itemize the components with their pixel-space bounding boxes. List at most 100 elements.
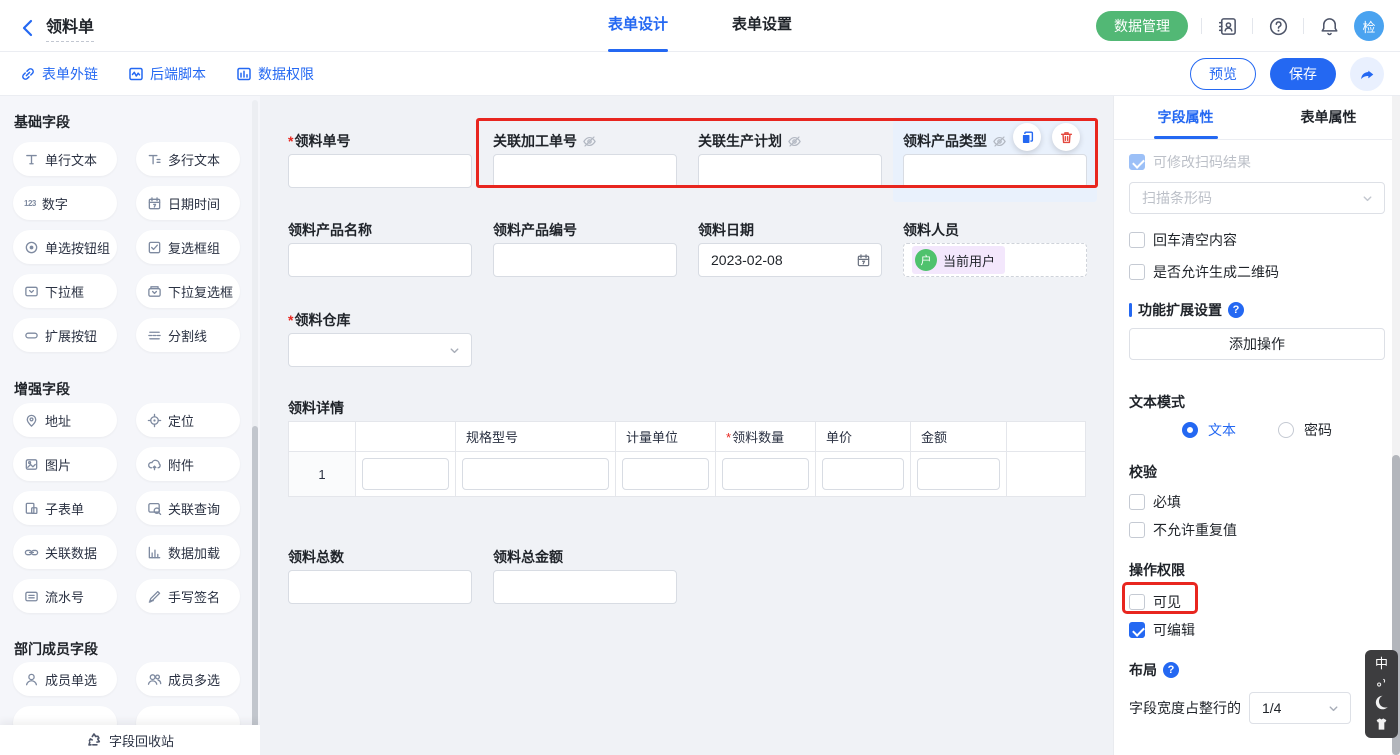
field-requisition-no-input[interactable]	[288, 154, 472, 188]
sidebar-item-number[interactable]: 123 数字	[13, 186, 117, 220]
backend-script-button[interactable]: 后端脚本	[128, 64, 206, 84]
data-permission-label: 数据权限	[258, 64, 314, 84]
punctuation-mode-icon[interactable]	[1376, 677, 1387, 688]
help-button[interactable]	[1266, 14, 1290, 38]
item-label: 单行文本	[45, 150, 97, 169]
skin-shirt-icon[interactable]	[1374, 717, 1389, 732]
sidebar-item-related-data[interactable]: 关联数据	[13, 535, 117, 569]
field-total-qty-label: 领料总数	[288, 548, 344, 566]
scan-result-label: 可修改扫码结果	[1153, 152, 1251, 172]
tab-form-properties[interactable]: 表单属性	[1257, 96, 1400, 139]
notification-button[interactable]	[1317, 14, 1341, 38]
sidebar-item-radio-group[interactable]: 单选按钮组	[13, 230, 117, 264]
sidebar-item-select[interactable]: 下拉框	[13, 274, 117, 308]
share-button[interactable]	[1350, 57, 1384, 91]
subtable-cell-input-spec[interactable]	[462, 458, 609, 490]
field-product-type-input[interactable]	[903, 154, 1087, 188]
field-related-work-order-input[interactable]	[493, 154, 677, 188]
subtable-cell-input-unit[interactable]	[622, 458, 709, 490]
field-date-input[interactable]: 2023-02-08	[698, 243, 882, 277]
field-personnel-input[interactable]: 户 当前用户	[903, 243, 1087, 277]
subtable-header	[289, 422, 356, 452]
data-permission-button[interactable]: 数据权限	[236, 64, 314, 84]
sidebar-scrollbar-thumb[interactable]	[252, 426, 258, 755]
tab-form-settings[interactable]: 表单设置	[732, 0, 792, 52]
required-checkbox[interactable]	[1129, 494, 1145, 510]
sidebar-item-divider[interactable]: 分割线	[136, 318, 240, 352]
radio-text[interactable]	[1182, 422, 1198, 438]
field-total-amount-input[interactable]	[493, 570, 677, 604]
tab-field-properties[interactable]: 字段属性	[1114, 96, 1257, 139]
item-label: 图片	[45, 455, 71, 474]
field-product-name-input[interactable]	[288, 243, 472, 277]
extension-settings-title: 功能扩展设置 ?	[1129, 300, 1244, 320]
item-label: 数据加载	[168, 543, 220, 562]
subtable-header-unit: 计量单位	[616, 422, 716, 452]
field-related-production-plan-input[interactable]	[698, 154, 882, 188]
editable-checkbox[interactable]	[1129, 622, 1145, 638]
sidebar-item-address[interactable]: 地址	[13, 403, 117, 437]
visible-row: 可见	[1129, 592, 1385, 612]
duplicate-field-button[interactable]	[1013, 123, 1041, 151]
sidebar-item-signature[interactable]: 手写签名	[136, 579, 240, 613]
subtable-cell-input-price[interactable]	[822, 458, 904, 490]
help-question-icon[interactable]: ?	[1163, 662, 1179, 678]
save-button[interactable]: 保存	[1270, 58, 1336, 90]
required-mark: *	[288, 312, 293, 328]
item-label: 关联查询	[168, 499, 220, 518]
sidebar-item-data-load[interactable]: 数据加载	[136, 535, 240, 569]
delete-field-button[interactable]	[1052, 123, 1080, 151]
preview-button[interactable]: 预览	[1190, 58, 1256, 90]
ime-language-indicator[interactable]: 中	[1375, 657, 1388, 671]
qrcode-checkbox[interactable]	[1129, 264, 1145, 280]
field-recycle-bin-button[interactable]: 字段回收站	[0, 725, 260, 755]
item-label: 复选框组	[168, 238, 220, 257]
add-action-button[interactable]: 添加操作	[1129, 328, 1385, 360]
contacts-button[interactable]	[1215, 14, 1239, 38]
item-label: 日期时间	[168, 194, 220, 213]
field-width-select[interactable]: 1/4	[1249, 692, 1351, 724]
external-link-button[interactable]: 表单外链	[20, 64, 98, 84]
field-product-code-input[interactable]	[493, 243, 677, 277]
sidebar-item-serial-number[interactable]: 流水号	[13, 579, 117, 613]
scan-result-checkbox[interactable]	[1129, 154, 1145, 170]
moon-icon[interactable]	[1373, 694, 1390, 711]
sidebar-item-image[interactable]: 图片	[13, 447, 117, 481]
radio-password[interactable]	[1278, 422, 1294, 438]
date-value: 2023-02-08	[711, 252, 783, 268]
subtable-cell-input-qty[interactable]	[722, 458, 809, 490]
field-total-qty-input[interactable]	[288, 570, 472, 604]
divider	[1303, 18, 1304, 34]
field-related-work-order-label: 关联加工单号	[493, 132, 597, 150]
help-question-icon[interactable]: ?	[1228, 302, 1244, 318]
tab-form-design[interactable]: 表单设计	[608, 0, 668, 52]
sidebar-item-extension-button[interactable]: 扩展按钮	[13, 318, 117, 352]
no-duplicate-checkbox[interactable]	[1129, 522, 1145, 538]
item-label: 下拉框	[45, 282, 84, 301]
sidebar-item-multi-select[interactable]: 下拉复选框	[136, 274, 240, 308]
sidebar-item-member-multi[interactable]: 成员多选	[136, 662, 240, 696]
layout-title: 布局 ?	[1129, 660, 1179, 680]
sidebar-item-location[interactable]: 定位	[136, 403, 240, 437]
subtable-cell-input-amount[interactable]	[917, 458, 1000, 490]
visible-checkbox[interactable]	[1129, 594, 1145, 610]
enter-clear-checkbox[interactable]	[1129, 232, 1145, 248]
sidebar-item-attachment[interactable]: 附件	[136, 447, 240, 481]
item-label: 附件	[168, 455, 194, 474]
label-text: 领料产品编号	[493, 220, 577, 240]
sidebar-item-datetime[interactable]: 日期时间	[136, 186, 240, 220]
sidebar-item-multiline-text[interactable]: 多行文本	[136, 142, 240, 176]
user-avatar[interactable]: 检	[1354, 11, 1384, 41]
layout-title-text: 布局	[1129, 660, 1157, 680]
subtable-cell-input[interactable]	[362, 458, 449, 490]
data-manage-button[interactable]: 数据管理	[1096, 11, 1188, 41]
sidebar-item-member-single[interactable]: 成员单选	[13, 662, 117, 696]
scan-type-select[interactable]: 扫描条形码	[1129, 182, 1385, 214]
sidebar-item-related-query[interactable]: 关联查询	[136, 491, 240, 525]
field-warehouse-select[interactable]	[288, 333, 472, 367]
sidebar-item-single-line-text[interactable]: 单行文本	[13, 142, 117, 176]
item-label: 成员单选	[45, 670, 97, 689]
sidebar-item-subform[interactable]: 子表单	[13, 491, 117, 525]
qrcode-label: 是否允许生成二维码	[1153, 262, 1279, 282]
sidebar-item-checkbox-group[interactable]: 复选框组	[136, 230, 240, 264]
